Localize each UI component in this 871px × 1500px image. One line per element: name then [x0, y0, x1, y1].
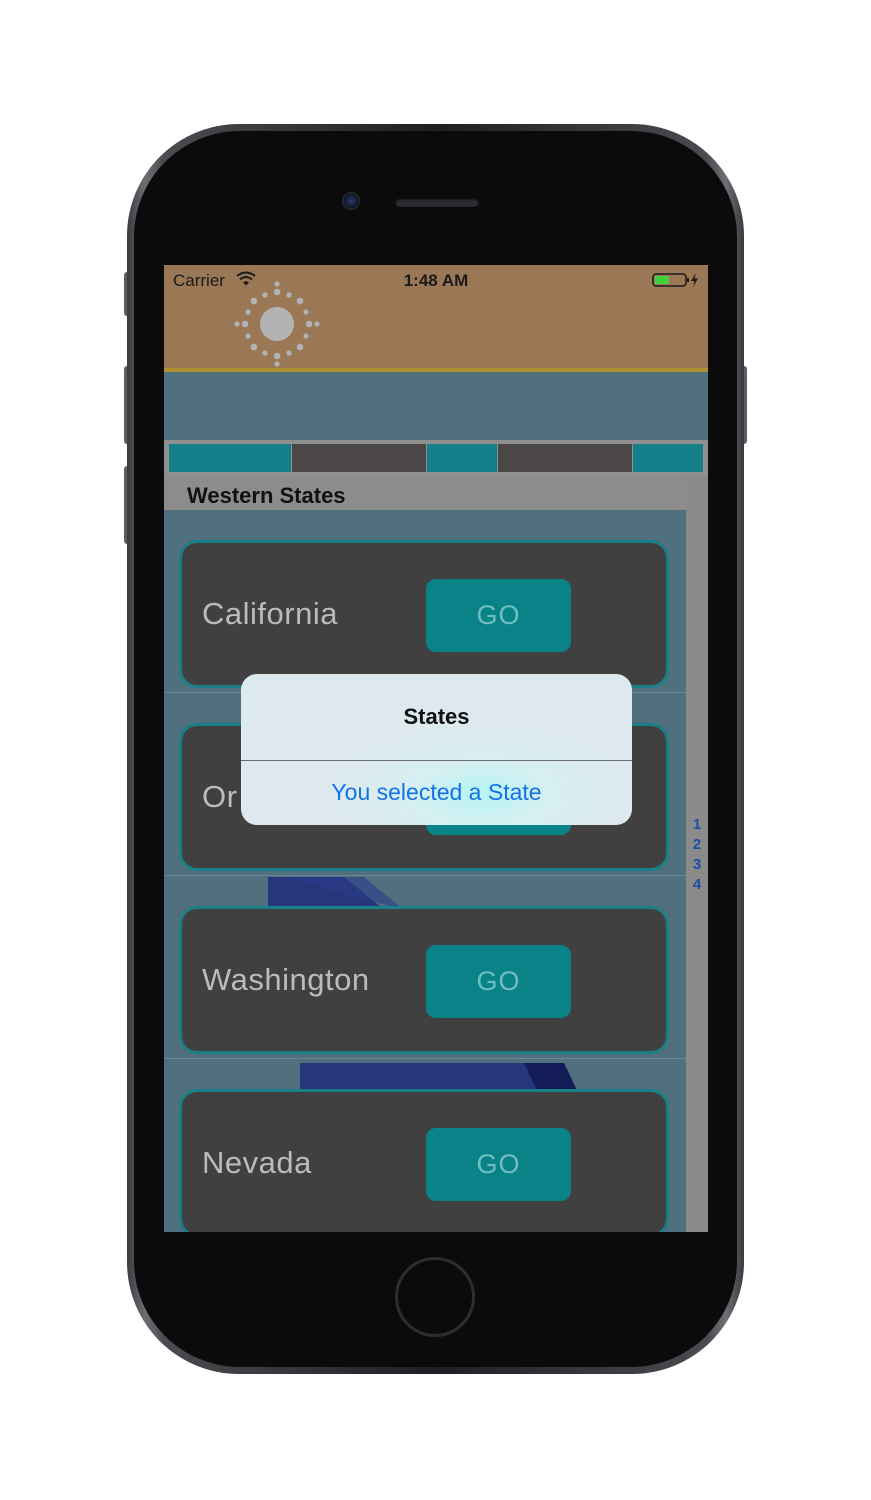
state-name-label: California [202, 596, 338, 631]
index-item-3[interactable]: 3 [686, 855, 708, 875]
state-name-label: Washington [202, 962, 370, 997]
earpiece-speaker [395, 198, 479, 207]
state-name-label: Or [202, 779, 238, 814]
go-button-washington[interactable]: GO [426, 945, 571, 1018]
segment-4[interactable] [498, 444, 632, 472]
front-camera [342, 192, 360, 210]
state-card-nevada: Nevada GO [179, 1089, 669, 1232]
section-header: Western States [164, 477, 686, 510]
row-separator [164, 1058, 686, 1059]
index-item-2[interactable]: 2 [686, 835, 708, 855]
state-card-california: California GO [179, 540, 669, 688]
go-button-california[interactable]: GO [426, 579, 571, 652]
banner-area [164, 372, 708, 440]
sun-icon [232, 279, 322, 374]
app-header: Carrier 1:48 AM [164, 265, 708, 372]
go-button-nevada[interactable]: GO [426, 1128, 571, 1201]
segment-3[interactable] [427, 444, 497, 472]
section-title: Western States [187, 483, 346, 508]
segment-2[interactable] [292, 444, 426, 472]
alert-title: States [403, 704, 470, 729]
state-name-label: Nevada [202, 1145, 312, 1180]
state-card-washington: Washington GO [179, 906, 669, 1054]
battery-charging-icon [652, 272, 700, 293]
home-button[interactable] [395, 1257, 475, 1337]
app-screen: Carrier 1:48 AM Western States Californi… [164, 265, 708, 1232]
index-item-4[interactable]: 4 [686, 875, 708, 895]
alert-action-button[interactable]: You selected a State [241, 779, 632, 806]
segment-bar [164, 440, 708, 477]
segment-5[interactable] [633, 444, 703, 472]
alert-divider [241, 760, 632, 761]
section-index-bar[interactable]: 1 2 3 4 [686, 477, 708, 1232]
alert-dialog: States You selected a State [241, 674, 632, 825]
row-separator [164, 875, 686, 876]
section-index-list: 1 2 3 4 [686, 815, 708, 895]
segment-1[interactable] [169, 444, 291, 472]
index-item-1[interactable]: 1 [686, 815, 708, 835]
